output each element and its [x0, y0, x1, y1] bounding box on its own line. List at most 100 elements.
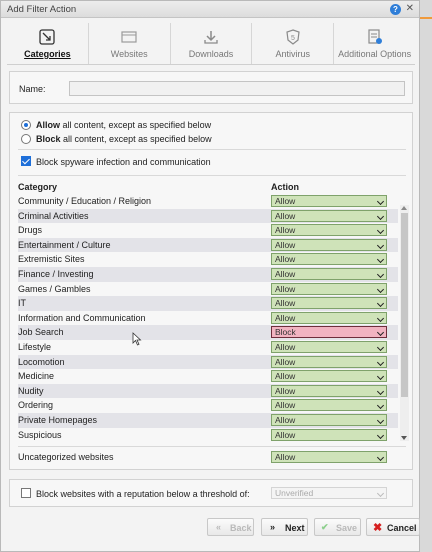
allow-radio[interactable]	[21, 120, 31, 130]
title-bar: Add Filter Action ? ✕	[1, 1, 419, 18]
tab-categories[interactable]: Categories	[7, 23, 89, 64]
chevron-down-icon	[376, 241, 385, 249]
tab-antivirus[interactable]: 5 Antivirus	[252, 23, 335, 64]
action-select[interactable]: Allow	[271, 282, 387, 295]
spyware-checkbox[interactable]	[21, 156, 31, 166]
chevron-down-icon	[376, 300, 385, 308]
close-icon[interactable]: ✕	[406, 3, 414, 14]
table-row: Information and Communication Allow	[18, 311, 398, 326]
action-select[interactable]: Allow	[271, 428, 387, 441]
chevron-down-icon	[376, 329, 385, 337]
divider	[18, 446, 406, 447]
table-row: Extremistic Sites Allow	[18, 252, 398, 267]
category-name: Suspicious	[18, 429, 62, 440]
table-row: Suspicious Allow	[18, 428, 398, 443]
scroll-down-icon[interactable]	[401, 436, 407, 440]
action-select[interactable]: Allow	[271, 370, 387, 383]
category-name: Information and Communication	[18, 312, 146, 323]
cancel-button[interactable]: ✖ Cancel	[366, 518, 420, 536]
category-name: Criminal Activities	[18, 210, 89, 221]
category-name: Finance / Investing	[18, 268, 94, 279]
category-name: Entertainment / Culture	[18, 239, 111, 250]
downloads-icon	[204, 31, 218, 44]
chevron-down-icon	[376, 431, 385, 439]
action-select[interactable]: Allow	[271, 355, 387, 368]
action-select[interactable]: Allow	[271, 224, 387, 237]
chevron-down-icon	[376, 358, 385, 366]
tab-label: Additional Options	[338, 49, 412, 59]
mouse-cursor-icon	[132, 332, 142, 346]
reputation-panel: Block websites with a reputation below a…	[9, 479, 413, 507]
table-row: Entertainment / Culture Allow	[18, 237, 398, 253]
table-row: Drugs Allow	[18, 223, 398, 238]
help-icon[interactable]: ?	[390, 4, 401, 15]
category-scrollbar[interactable]	[400, 205, 409, 441]
action-select[interactable]: Allow	[271, 399, 387, 412]
category-name: Extremistic Sites	[18, 254, 85, 265]
name-input[interactable]	[69, 81, 405, 96]
action-select[interactable]: Allow	[271, 311, 387, 324]
action-select[interactable]: Allow	[271, 413, 387, 426]
reputation-threshold-select[interactable]: Unverified	[271, 487, 387, 499]
block-option-label: Block all content, except as specified b…	[36, 134, 212, 144]
table-row: Nudity Allow	[18, 383, 398, 399]
uncategorized-row: Uncategorized websites Allow	[18, 450, 398, 464]
chevron-down-icon	[376, 416, 385, 424]
table-row: Medicine Allow	[18, 369, 398, 384]
table-row: Ordering Allow	[18, 398, 398, 413]
block-radio[interactable]	[21, 134, 31, 144]
table-row: Locomotion Allow	[18, 354, 398, 370]
tab-label: Websites	[110, 49, 148, 59]
reputation-checkbox[interactable]	[21, 488, 31, 498]
category-name: Community / Education / Religion	[18, 196, 152, 206]
tab-websites[interactable]: Websites	[89, 23, 171, 64]
chevron-down-icon	[376, 256, 385, 264]
category-name: Job Search	[18, 327, 64, 338]
uncategorized-action-select[interactable]: Allow	[271, 451, 387, 463]
chevron-down-icon	[376, 212, 385, 220]
spyware-label: Block spyware infection and communicatio…	[36, 157, 211, 167]
accent-line	[418, 17, 432, 19]
category-name: Games / Gambles	[18, 283, 91, 294]
category-column-header: Category	[18, 182, 58, 192]
chevron-down-icon	[376, 227, 385, 235]
action-select[interactable]: Allow	[271, 209, 387, 222]
action-select[interactable]: Block	[271, 326, 387, 339]
window-title: Add Filter Action	[7, 4, 77, 15]
allow-option-label: Allow all content, except as specified b…	[36, 120, 212, 130]
action-select[interactable]: Allow	[271, 238, 387, 251]
chevron-down-icon	[376, 285, 385, 293]
table-row: Community / Education / Religion Allow	[18, 194, 398, 209]
action-column-header: Action	[271, 182, 299, 192]
table-row: IT Allow	[18, 296, 398, 311]
table-row: Job Search Block	[18, 325, 398, 340]
save-button[interactable]: ✔ Save	[314, 518, 361, 536]
tab-additional-options[interactable]: Additional Options	[334, 23, 415, 64]
antivirus-icon: 5	[286, 29, 300, 45]
next-button[interactable]: » Next	[261, 518, 308, 536]
action-select[interactable]: Allow	[271, 340, 387, 353]
table-row: Games / Gambles Allow	[18, 282, 398, 297]
action-select[interactable]: Allow	[271, 195, 387, 207]
action-select[interactable]: Allow	[271, 384, 387, 397]
chevron-down-icon	[376, 314, 385, 322]
next-arrow-icon: »	[270, 522, 276, 532]
filter-settings-panel: Allow all content, except as specified b…	[9, 112, 413, 470]
tab-label: Downloads	[188, 49, 234, 59]
category-list: Community / Education / Religion Allow Cr…	[18, 194, 398, 442]
category-name: Drugs	[18, 225, 43, 236]
table-row: Lifestyle Allow	[18, 340, 398, 355]
category-name: Medicine	[18, 371, 55, 382]
table-row: Private Homepages Allow	[18, 412, 398, 428]
scroll-up-icon[interactable]	[401, 206, 407, 210]
categories-icon	[39, 29, 56, 45]
scroll-thumb[interactable]	[401, 213, 408, 397]
chevron-down-icon	[376, 489, 385, 498]
action-select[interactable]: Allow	[271, 267, 387, 280]
action-select[interactable]: Allow	[271, 253, 387, 266]
back-button[interactable]: « Back	[207, 518, 254, 536]
tab-downloads[interactable]: Downloads	[171, 23, 253, 64]
table-row: Criminal Activities Allow	[18, 208, 398, 224]
action-select[interactable]: Allow	[271, 297, 387, 310]
chevron-down-icon	[376, 373, 385, 381]
